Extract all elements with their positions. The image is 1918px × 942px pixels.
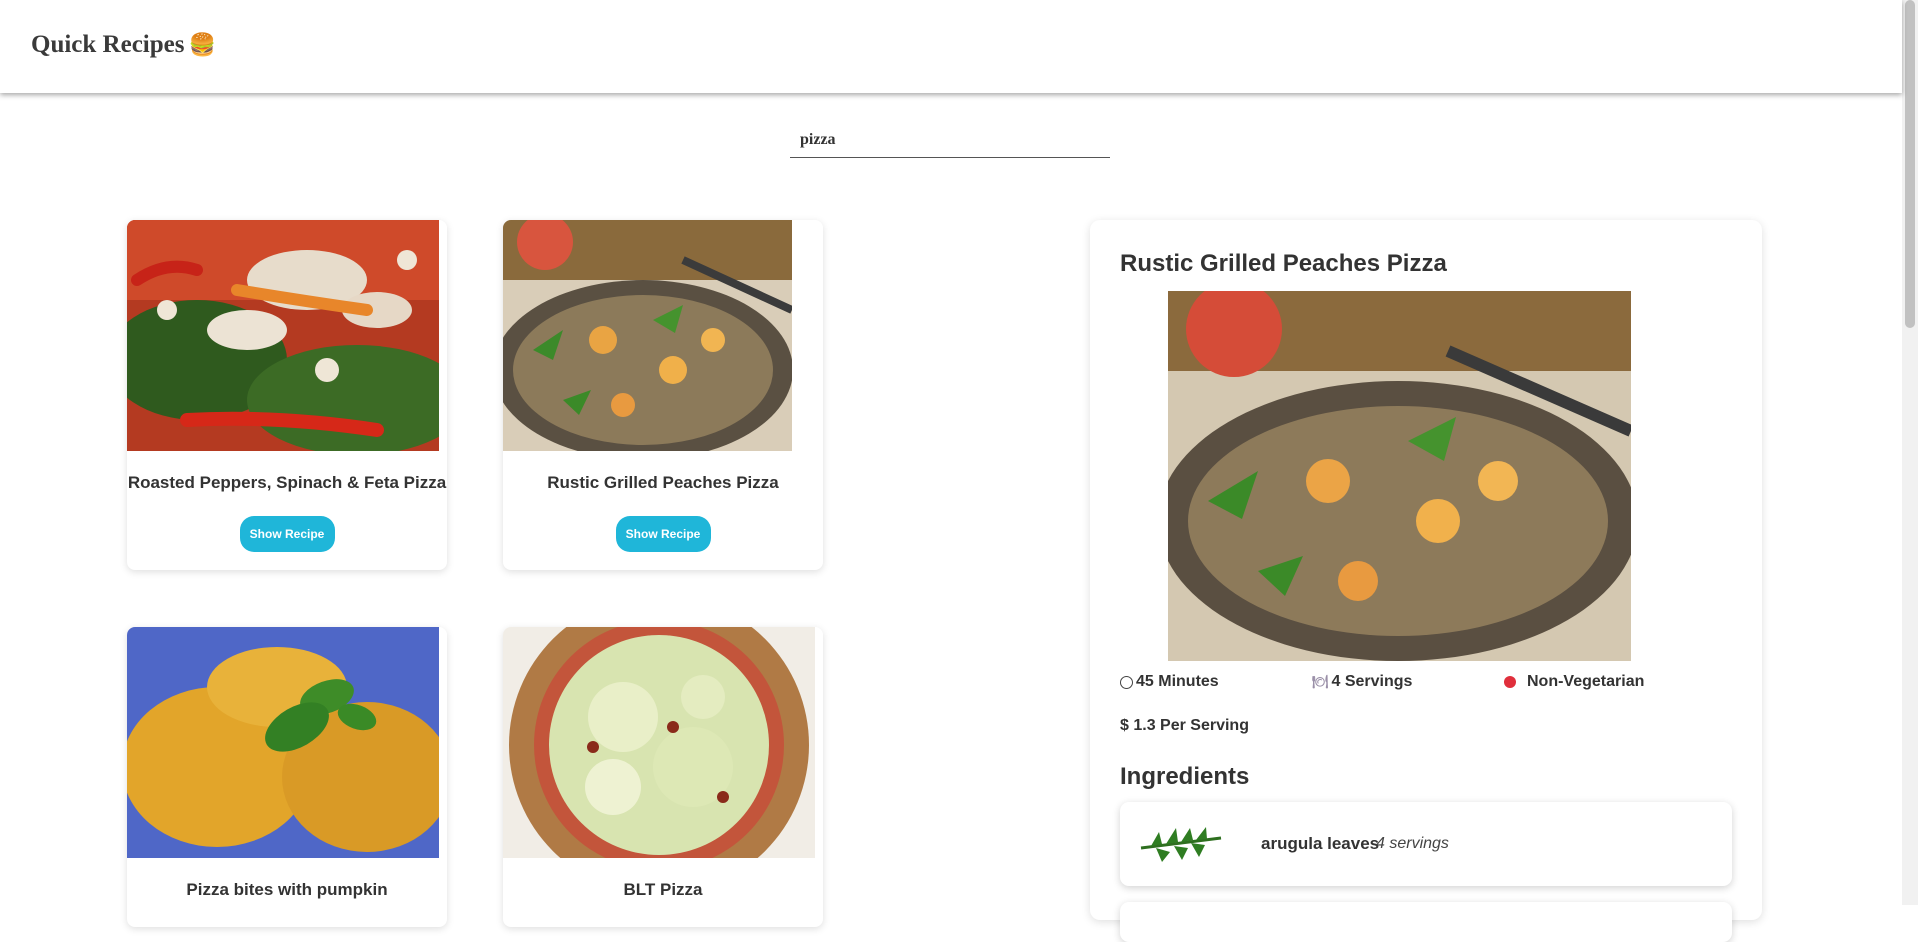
show-recipe-button[interactable]: Show Recipe — [615, 516, 711, 552]
recipe-image[interactable] — [503, 627, 815, 858]
ingredient-amount: 4 servings — [1376, 835, 1449, 852]
top-navbar: Quick Recipes 🍔 — [0, 0, 1902, 93]
servings: 🍽 4 Servings — [1312, 673, 1412, 691]
recipe-title: Roasted Peppers, Spinach & Feta Pizza — [127, 473, 447, 492]
brand-title[interactable]: Quick Recipes 🍔 — [31, 31, 216, 59]
plate-icon: 🍽 — [1312, 674, 1329, 689]
detail-image — [1168, 291, 1631, 661]
scrollbar-thumb[interactable] — [1905, 0, 1915, 328]
recipe-detail-panel: Rustic Grilled Peaches Pizza 45 Minutes … — [1090, 220, 1762, 942]
cook-time-text: 45 Minutes — [1136, 673, 1219, 690]
ingredient-image — [1136, 818, 1226, 868]
recipe-title: BLT Pizza — [623, 880, 703, 899]
diet-type: Non-Vegetarian — [1504, 673, 1644, 691]
recipe-card: BLT Pizza — [503, 627, 823, 927]
clock-icon — [1120, 675, 1133, 689]
ingredient-name: arugula leaves — [1261, 834, 1380, 853]
show-recipe-button[interactable]: Show Recipe — [239, 516, 335, 552]
ingredient-card: arugula leaves 4 servings — [1120, 802, 1732, 886]
recipe-image[interactable] — [127, 220, 439, 451]
cook-time: 45 Minutes — [1120, 673, 1219, 691]
recipe-title: Pizza bites with pumpkin — [186, 880, 388, 899]
recipe-image[interactable] — [503, 220, 792, 451]
search-input[interactable] — [790, 122, 1110, 158]
price-per-serving: $ 1.3 Per Serving — [1120, 717, 1249, 734]
recipe-image[interactable] — [127, 627, 439, 858]
servings-text: 4 Servings — [1331, 673, 1413, 690]
burger-icon: 🍔 — [188, 32, 216, 57]
brand-text: Quick Recipes — [31, 31, 185, 58]
ingredient-card — [1120, 902, 1732, 942]
page-scrollbar[interactable] — [1902, 0, 1918, 905]
detail-title: Rustic Grilled Peaches Pizza — [1120, 250, 1447, 277]
meat-icon — [1504, 676, 1516, 688]
recipe-title: Rustic Grilled Peaches Pizza — [547, 473, 779, 492]
recipe-card: Rustic Grilled Peaches Pizza Show Recipe — [503, 220, 823, 570]
recipe-card: Pizza bites with pumpkin — [127, 627, 447, 927]
ingredients-heading: Ingredients — [1120, 763, 1250, 790]
diet-text: Non-Vegetarian — [1527, 673, 1645, 690]
recipe-card: Roasted Peppers, Spinach & Feta Pizza Sh… — [127, 220, 447, 570]
